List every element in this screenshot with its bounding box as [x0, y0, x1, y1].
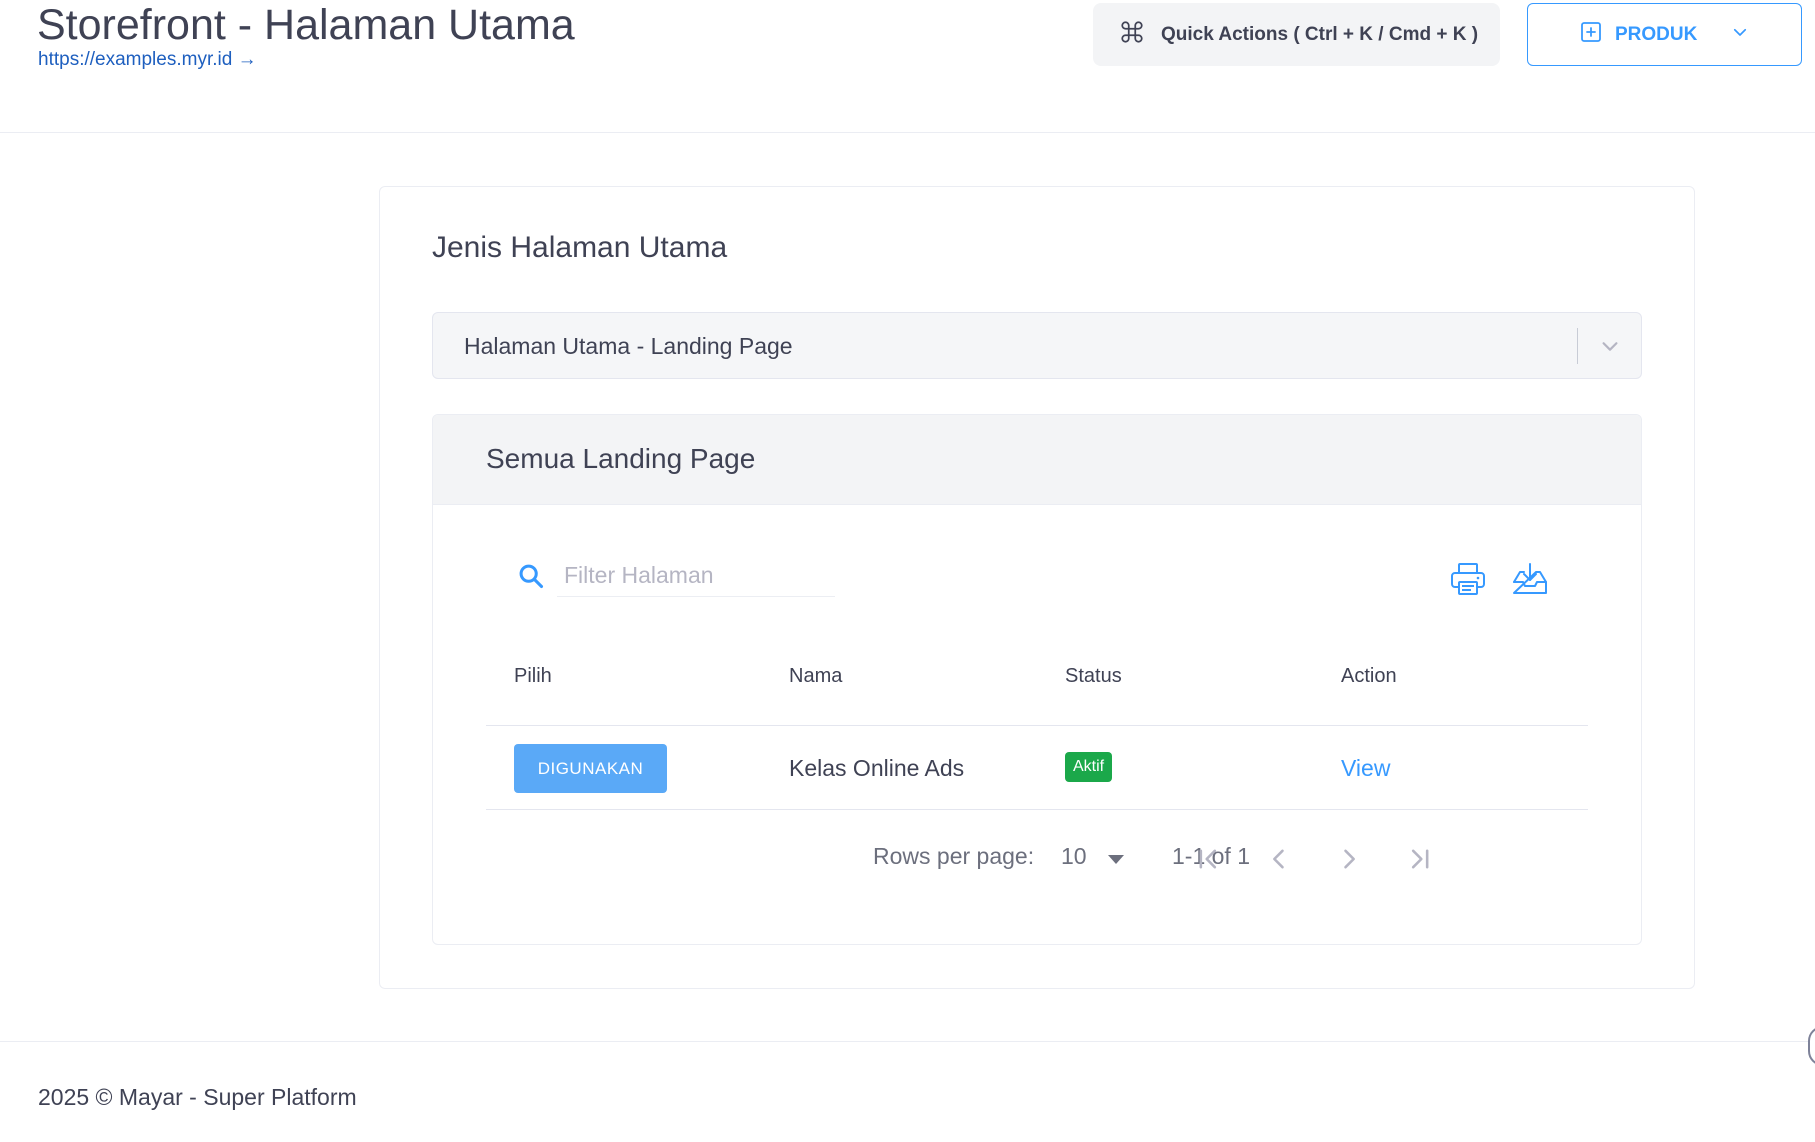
inbox-download-icon[interactable]	[1511, 562, 1549, 601]
filter-search-input[interactable]	[557, 555, 835, 597]
quick-actions-label: Quick Actions ( Ctrl + K / Cmd + K )	[1161, 23, 1479, 45]
rows-per-page-select[interactable]: 10	[1061, 841, 1131, 875]
column-header-nama: Nama	[789, 665, 843, 687]
first-page-icon[interactable]	[1195, 845, 1223, 878]
footer-copyright: 2025 © Mayar - Super Platform	[38, 1084, 357, 1110]
landing-pages-title: Semua Landing Page	[486, 443, 756, 474]
digunakan-button[interactable]: DIGUNAKAN	[514, 744, 667, 793]
rows-per-page-label: Rows per page:	[873, 843, 1035, 869]
section-title: Jenis Halaman Utama	[432, 231, 728, 264]
column-header-action: Action	[1341, 665, 1397, 687]
produk-dropdown-button[interactable]: PRODUK	[1527, 3, 1802, 66]
last-page-icon[interactable]	[1405, 845, 1433, 878]
chevron-down-icon	[1599, 335, 1621, 362]
column-header-pilih: Pilih	[514, 665, 552, 687]
landing-pages-card-header: Semua Landing Page	[433, 415, 1641, 505]
status-badge: Aktif	[1065, 752, 1113, 782]
command-icon	[1119, 19, 1145, 51]
view-link[interactable]: View	[1341, 755, 1390, 782]
produk-label: PRODUK	[1615, 23, 1698, 45]
select-value: Halaman Utama - Landing Page	[464, 333, 793, 359]
rows-per-page-value: 10	[1061, 843, 1087, 869]
landing-pages-card: Semua Landing Page Filter Halaman Pilih …	[432, 414, 1642, 945]
page-title: Storefront - Halaman Utama	[37, 1, 575, 49]
chevron-down-icon	[1731, 23, 1749, 47]
caret-down-icon	[1108, 855, 1124, 864]
next-page-icon[interactable]	[1335, 845, 1363, 878]
quick-actions-button[interactable]: Quick Actions ( Ctrl + K / Cmd + K )	[1093, 3, 1500, 66]
plus-square-icon	[1579, 20, 1603, 50]
select-divider	[1577, 328, 1578, 364]
storefront-url-link[interactable]: https://examples.myr.id →	[38, 48, 257, 72]
column-header-status: Status	[1065, 665, 1122, 687]
page-header: Storefront - Halaman Utama https://examp…	[0, 0, 1815, 133]
previous-page-icon[interactable]	[1265, 845, 1293, 878]
homepage-settings-card: Jenis Halaman Utama Halaman Utama - Land…	[379, 186, 1695, 989]
homepage-type-select[interactable]: Halaman Utama - Landing Page	[432, 312, 1642, 379]
search-icon	[517, 562, 545, 595]
header-divider	[486, 725, 1588, 726]
printer-icon[interactable]	[1449, 562, 1487, 601]
row-divider	[486, 809, 1588, 810]
page-footer: 2025 © Mayar - Super Platform	[0, 1041, 1815, 1142]
page-name-cell: Kelas Online Ads	[789, 755, 965, 781]
